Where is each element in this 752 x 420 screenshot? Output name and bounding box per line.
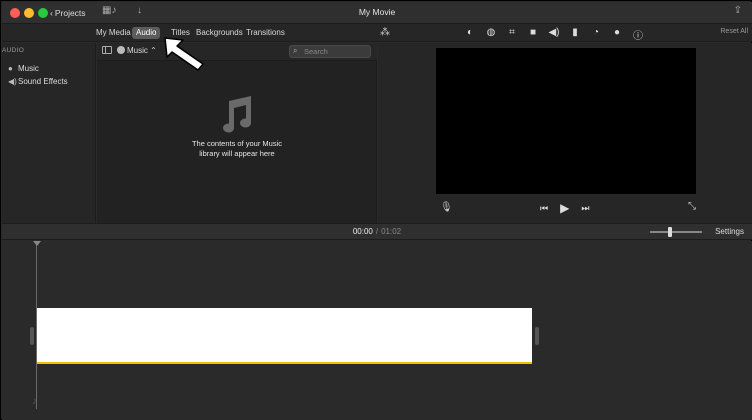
tab-my-media[interactable]: My Media xyxy=(92,27,135,39)
imovie-window: ‹ Projects ▦♪ ↓ My Movie ⇪ My Media Audio… xyxy=(0,0,752,420)
chevron-updown-icon: ⌃ xyxy=(150,46,157,55)
search-box[interactable]: ⌕ xyxy=(289,45,371,58)
empty-library-message: The contents of your Music library will … xyxy=(191,139,283,158)
sidebar-item-music[interactable]: ● Music xyxy=(8,64,39,73)
browser-bar: Music ⌃ ⌕ xyxy=(97,43,377,61)
music-note-icon xyxy=(223,96,251,133)
timeline-settings-button[interactable]: Settings xyxy=(715,227,744,236)
audio-sidebar: AUDIO ● Music ◀)Sound Effects xyxy=(2,43,96,223)
play-icon[interactable]: ▶ xyxy=(560,201,569,215)
tab-audio[interactable]: Audio xyxy=(132,27,161,39)
timecode: 00:00/01:02 xyxy=(2,227,752,236)
video-preview[interactable] xyxy=(436,48,696,194)
window-title: My Movie xyxy=(358,7,396,17)
music-circle-icon xyxy=(117,46,125,54)
stabilization-icon[interactable]: ■ xyxy=(527,27,539,42)
viewer-panel: 🎙︎ ⏮︎ ▶ ⏭︎ ⤡ xyxy=(378,43,752,223)
sidebar-item-label: Sound Effects xyxy=(18,77,68,86)
current-time: 00:00 xyxy=(352,227,373,236)
skip-forward-icon[interactable]: ⏭︎ xyxy=(581,203,589,214)
color-balance-icon[interactable]: ◐ xyxy=(464,27,476,42)
pointer-arrow-icon xyxy=(164,37,204,71)
microphone-icon[interactable]: 🎙︎ xyxy=(440,202,453,213)
filter-icon[interactable]: ● xyxy=(611,27,623,42)
title-bar: ‹ Projects ▦♪ ↓ My Movie ⇪ xyxy=(2,2,752,24)
crop-icon[interactable]: ⌗ xyxy=(506,27,518,42)
adjustment-tools: ◐ ◍ ⌗ ■ ◀) ▮ ◔ ● ⓘ xyxy=(464,27,644,42)
time-separator: / xyxy=(375,227,379,236)
volume-icon[interactable]: ◀) xyxy=(548,27,560,42)
total-time: 01:02 xyxy=(381,227,402,236)
clip-trim-handle-left[interactable] xyxy=(30,327,34,345)
speaker-icon: ◀) xyxy=(8,77,17,86)
media-browser: Music ⌃ ⌕ The contents of your Music lib… xyxy=(97,43,377,223)
playhead-handle[interactable] xyxy=(33,241,41,246)
video-clip[interactable] xyxy=(37,308,532,364)
source-select-label: Music xyxy=(127,46,148,55)
transport-controls: ⏮︎ ▶ ⏭︎ xyxy=(540,201,589,215)
fullscreen-expand-icon[interactable]: ⤡ xyxy=(688,201,696,212)
tab-transitions[interactable]: Transitions xyxy=(242,27,289,39)
sidebar-item-label: Music xyxy=(18,64,39,73)
timeline-zoom-slider[interactable] xyxy=(650,227,702,237)
zoom-slider-knob[interactable] xyxy=(668,227,673,237)
speed-icon[interactable]: ◔ xyxy=(590,27,602,42)
skip-back-icon[interactable]: ⏮︎ xyxy=(540,203,548,214)
reset-all-button[interactable]: Reset All xyxy=(720,28,748,35)
color-correction-icon[interactable]: ◍ xyxy=(485,27,497,42)
equalizer-icon[interactable]: ▮ xyxy=(569,27,581,42)
music-circle-icon: ● xyxy=(8,64,13,73)
search-icon: ⌕ xyxy=(293,46,298,55)
sidebar-header: AUDIO xyxy=(2,47,25,54)
sidebar-toggle-icon[interactable] xyxy=(102,46,112,54)
share-icon[interactable]: ⇪ xyxy=(734,5,742,16)
search-input[interactable] xyxy=(304,46,368,57)
timeline-header: 00:00/01:02 Settings xyxy=(2,223,752,240)
source-select[interactable]: Music ⌃ xyxy=(117,46,157,55)
browser-toolbar: My Media Audio Titles Backgrounds Transi… xyxy=(2,24,752,42)
info-icon[interactable]: ⓘ xyxy=(632,27,644,42)
magic-wand-icon[interactable]: ⁂ xyxy=(380,27,390,38)
sidebar-item-sound-effects[interactable]: ◀)Sound Effects xyxy=(8,77,68,86)
clip-trim-handle-right[interactable] xyxy=(535,327,539,345)
timeline[interactable]: ♪ xyxy=(2,241,752,420)
background-music-icon: ♪ xyxy=(32,396,37,407)
